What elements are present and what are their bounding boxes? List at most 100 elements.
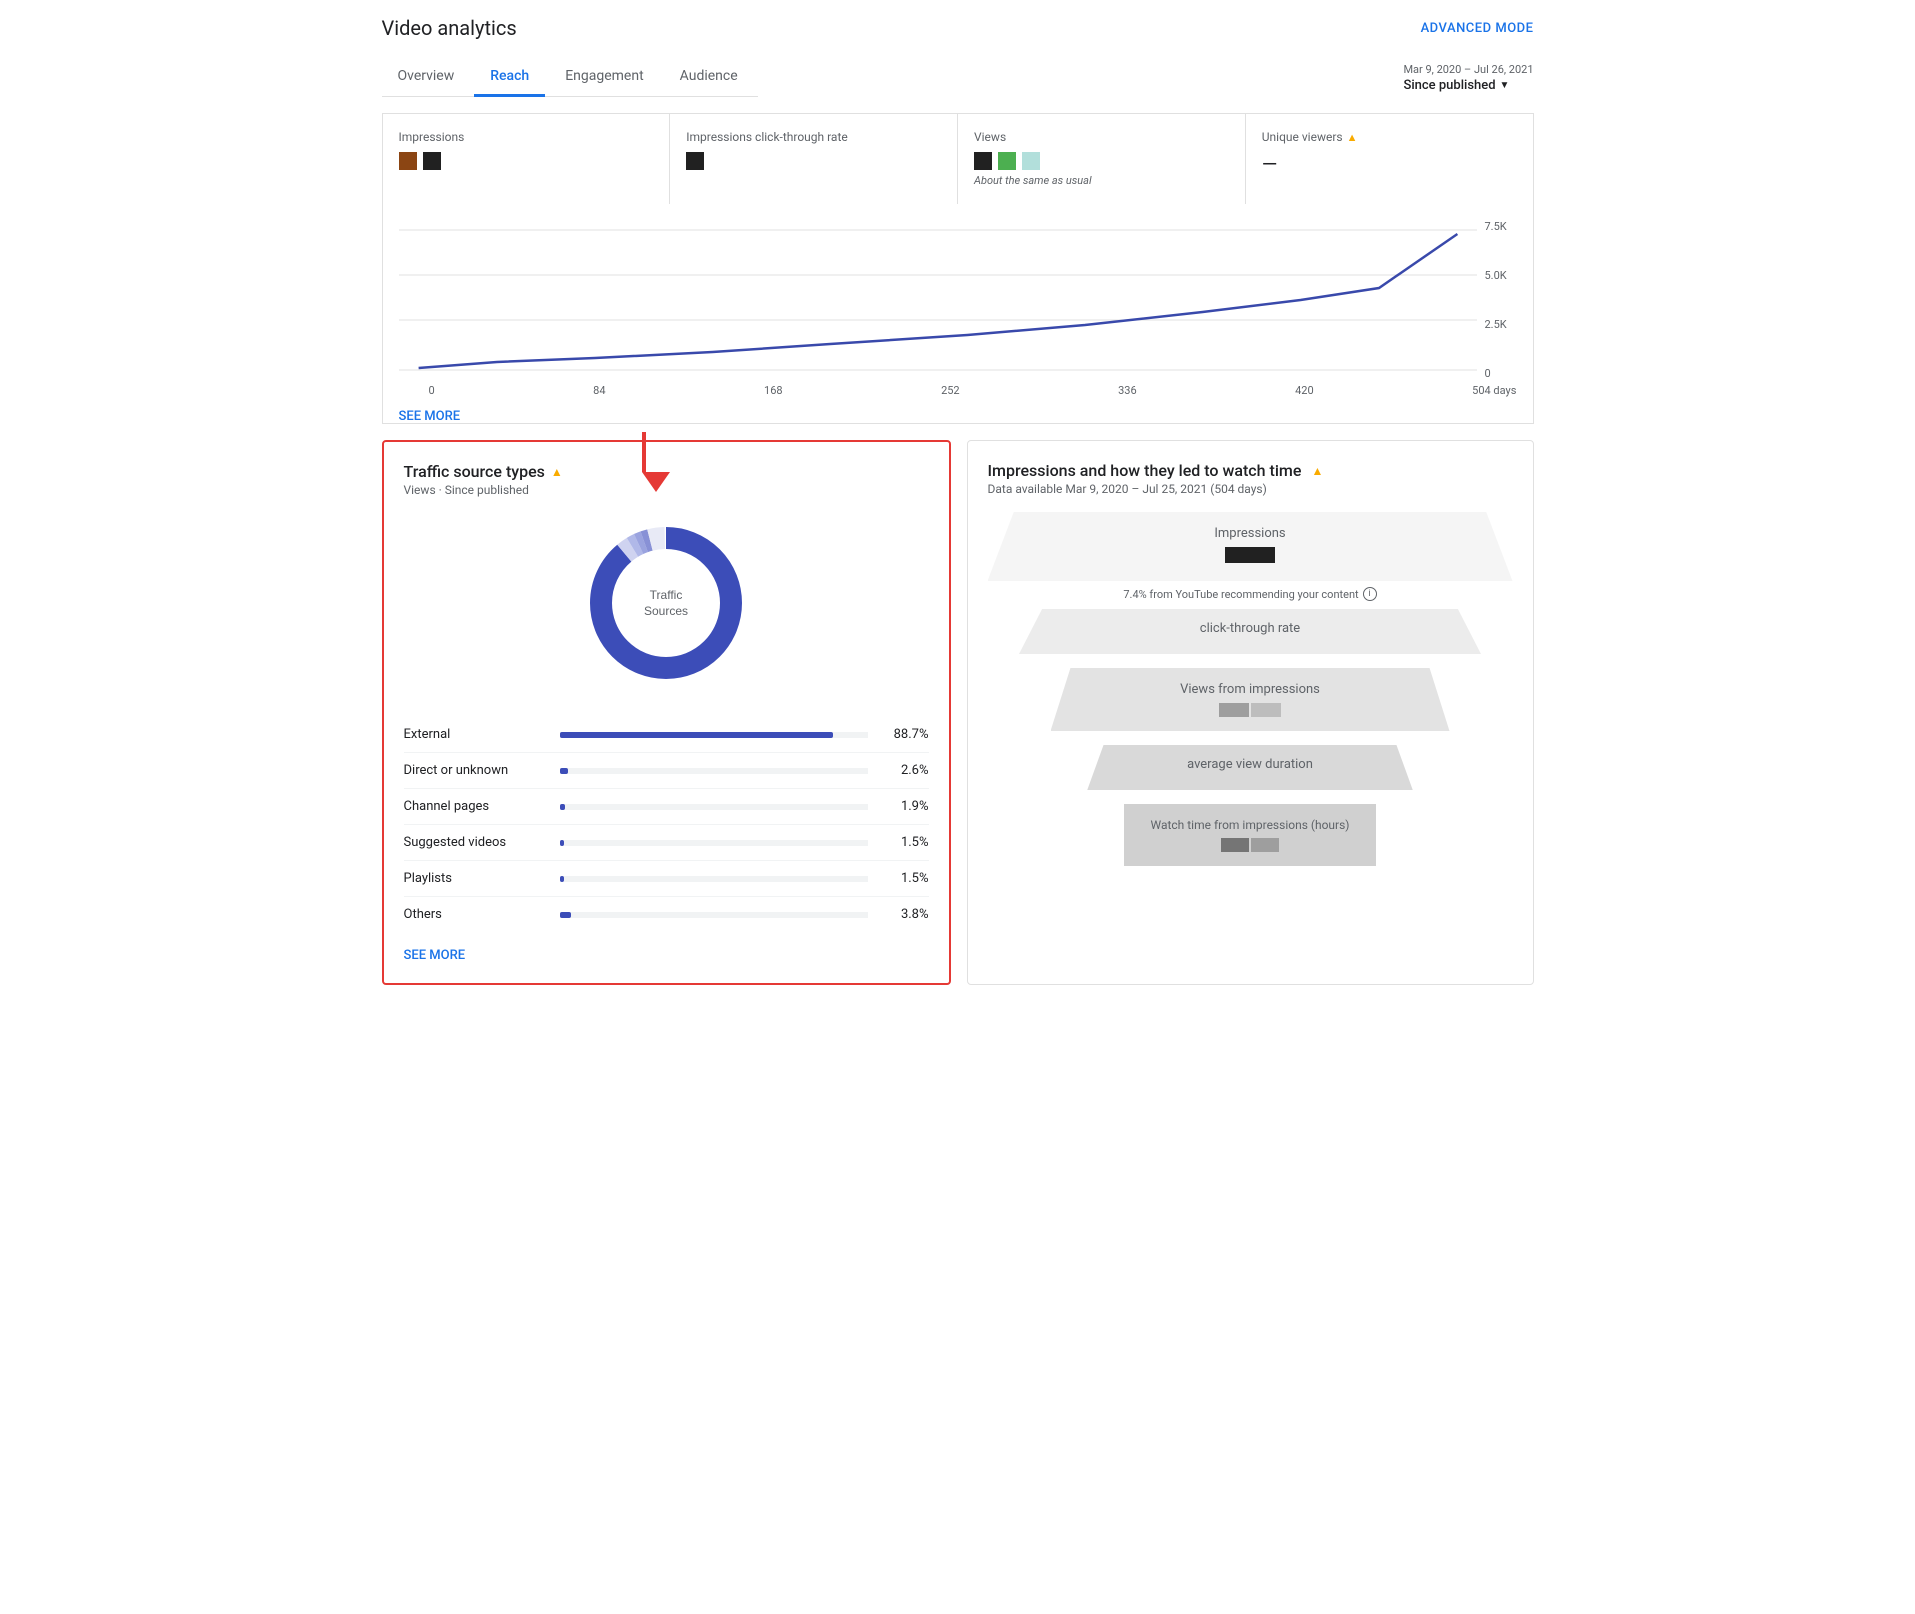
x-label-336: 336 bbox=[1118, 384, 1137, 397]
page-title: Video analytics bbox=[382, 16, 517, 40]
traffic-pct-direct: 2.6% bbox=[884, 763, 929, 778]
metric-views[interactable]: Views About the same as usual bbox=[958, 114, 1246, 204]
x-label-84: 84 bbox=[593, 384, 605, 397]
traffic-pct-playlists: 1.5% bbox=[884, 871, 929, 886]
funnel-label-avg-duration: average view duration bbox=[1107, 757, 1393, 772]
traffic-pct-external: 88.7% bbox=[884, 727, 929, 742]
traffic-item-others[interactable]: Others 3.8% bbox=[404, 896, 929, 932]
swatch-views-3 bbox=[1022, 152, 1040, 170]
metric-title-unique: Unique viewers ▲ bbox=[1262, 130, 1517, 144]
donut-chart-container: Traffic Sources bbox=[404, 513, 929, 693]
traffic-bar-external bbox=[560, 732, 868, 738]
traffic-bar-fill-direct bbox=[560, 768, 568, 774]
traffic-item-playlists[interactable]: Playlists 1.5% bbox=[404, 860, 929, 896]
nav-tabs: Overview Reach Engagement Audience bbox=[382, 56, 758, 97]
line-chart bbox=[399, 220, 1477, 380]
advanced-mode-link[interactable]: ADVANCED MODE bbox=[1421, 21, 1534, 36]
traffic-bar-fill-suggested bbox=[560, 840, 565, 846]
funnel-note-impressions: 7.4% from YouTube recommending your cont… bbox=[1123, 587, 1376, 601]
traffic-label-channel: Channel pages bbox=[404, 799, 544, 814]
metrics-row: Impressions Impressions click-through ra… bbox=[382, 113, 1534, 204]
metric-title-impressions: Impressions bbox=[399, 130, 654, 144]
warning-icon-unique: ▲ bbox=[1347, 131, 1358, 144]
traffic-bar-fill-external bbox=[560, 732, 833, 738]
date-range[interactable]: Mar 9, 2020 – Jul 26, 2021 Since publish… bbox=[1403, 63, 1533, 93]
svg-text:Sources: Sources bbox=[644, 604, 688, 618]
traffic-bar-fill-others bbox=[560, 912, 572, 918]
tab-audience[interactable]: Audience bbox=[664, 56, 754, 96]
swatch-brown bbox=[399, 152, 417, 170]
traffic-label-direct: Direct or unknown bbox=[404, 763, 544, 778]
metric-swatches-views bbox=[974, 152, 1229, 170]
funnel-label-watch-time: Watch time from impressions (hours) bbox=[1144, 818, 1356, 832]
traffic-item-suggested[interactable]: Suggested videos 1.5% bbox=[404, 824, 929, 860]
warning-icon-impressions: ▲ bbox=[1311, 464, 1323, 478]
traffic-item-channel[interactable]: Channel pages 1.9% bbox=[404, 788, 929, 824]
traffic-label-suggested: Suggested videos bbox=[404, 835, 544, 850]
arrow-container bbox=[382, 424, 1534, 440]
funnel-label-views: Views from impressions bbox=[1071, 682, 1430, 697]
tab-reach[interactable]: Reach bbox=[474, 56, 545, 96]
funnel-bar-views bbox=[1071, 703, 1430, 717]
traffic-bar-direct bbox=[560, 768, 868, 774]
bottom-panels: Traffic source types ▲ Views · Since pub… bbox=[382, 440, 1534, 985]
traffic-bar-playlists bbox=[560, 876, 868, 882]
impressions-panel: Impressions and how they led to watch ti… bbox=[967, 440, 1534, 985]
donut-chart: Traffic Sources bbox=[576, 513, 756, 693]
traffic-label-playlists: Playlists bbox=[404, 871, 544, 886]
funnel-bar-impressions bbox=[1225, 547, 1275, 563]
traffic-label-external: External bbox=[404, 727, 544, 742]
warning-icon-traffic: ▲ bbox=[551, 465, 563, 479]
traffic-bar-fill-playlists bbox=[560, 876, 565, 882]
svg-text:Traffic: Traffic bbox=[650, 588, 683, 602]
x-label-252: 252 bbox=[941, 384, 960, 397]
metric-unique-viewers[interactable]: Unique viewers ▲ — bbox=[1246, 114, 1533, 204]
traffic-items-list: External 88.7% Direct or unknown 2.6% bbox=[404, 717, 929, 932]
funnel-bar-watch bbox=[1144, 838, 1356, 852]
metric-impressions[interactable]: Impressions bbox=[383, 114, 671, 204]
traffic-pct-suggested: 1.5% bbox=[884, 835, 929, 850]
y-label-0: 0 bbox=[1485, 367, 1517, 380]
chart-x-labels: 0 84 168 252 336 420 504 days bbox=[399, 380, 1517, 397]
traffic-item-external[interactable]: External 88.7% bbox=[404, 717, 929, 752]
metric-dash-unique: — bbox=[1262, 152, 1517, 176]
traffic-bar-fill-channel bbox=[560, 804, 566, 810]
tab-overview[interactable]: Overview bbox=[382, 56, 471, 96]
funnel-label-ctr: click-through rate bbox=[1039, 621, 1461, 636]
traffic-source-panel: Traffic source types ▲ Views · Since pub… bbox=[382, 440, 951, 985]
x-label-168: 168 bbox=[764, 384, 783, 397]
chart-container: 7.5K 5.0K 2.5K 0 0 84 168 252 336 420 50… bbox=[382, 204, 1534, 424]
funnel-label-impressions: Impressions bbox=[1008, 526, 1493, 541]
traffic-bar-suggested bbox=[560, 840, 868, 846]
x-label-504: 504 days bbox=[1472, 384, 1516, 397]
see-more-traffic[interactable]: SEE MORE bbox=[404, 948, 929, 963]
impressions-panel-title: Impressions and how they led to watch ti… bbox=[988, 461, 1513, 480]
swatch-ctr bbox=[686, 152, 704, 170]
metric-swatches-impressions bbox=[399, 152, 654, 170]
date-range-sublabel[interactable]: Since published ▼ bbox=[1403, 78, 1533, 93]
y-label-50k: 5.0K bbox=[1485, 269, 1517, 282]
y-label-75k: 7.5K bbox=[1485, 220, 1517, 233]
date-range-label: Mar 9, 2020 – Jul 26, 2021 bbox=[1403, 63, 1533, 76]
traffic-pct-channel: 1.9% bbox=[884, 799, 929, 814]
tab-engagement[interactable]: Engagement bbox=[549, 56, 659, 96]
see-more-link-chart[interactable]: SEE MORE bbox=[399, 409, 461, 424]
swatch-views-2 bbox=[998, 152, 1016, 170]
y-label-25k: 2.5K bbox=[1485, 318, 1517, 331]
swatch-black bbox=[423, 152, 441, 170]
metric-note-views: About the same as usual bbox=[974, 174, 1229, 187]
traffic-label-others: Others bbox=[404, 907, 544, 922]
x-label-0: 0 bbox=[429, 384, 435, 397]
traffic-item-direct[interactable]: Direct or unknown 2.6% bbox=[404, 752, 929, 788]
impressions-panel-subtitle: Data available Mar 9, 2020 – Jul 25, 202… bbox=[988, 482, 1513, 496]
metric-title-ctr: Impressions click-through rate bbox=[686, 130, 941, 144]
traffic-bar-channel bbox=[560, 804, 868, 810]
page-header: Video analytics ADVANCED MODE bbox=[382, 16, 1534, 40]
info-icon-impressions[interactable]: i bbox=[1363, 587, 1377, 601]
swatch-views-1 bbox=[974, 152, 992, 170]
traffic-pct-others: 3.8% bbox=[884, 907, 929, 922]
metric-title-views: Views bbox=[974, 130, 1229, 144]
chevron-down-icon: ▼ bbox=[1500, 80, 1510, 91]
traffic-bar-others bbox=[560, 912, 868, 918]
metric-ctr[interactable]: Impressions click-through rate bbox=[670, 114, 958, 204]
